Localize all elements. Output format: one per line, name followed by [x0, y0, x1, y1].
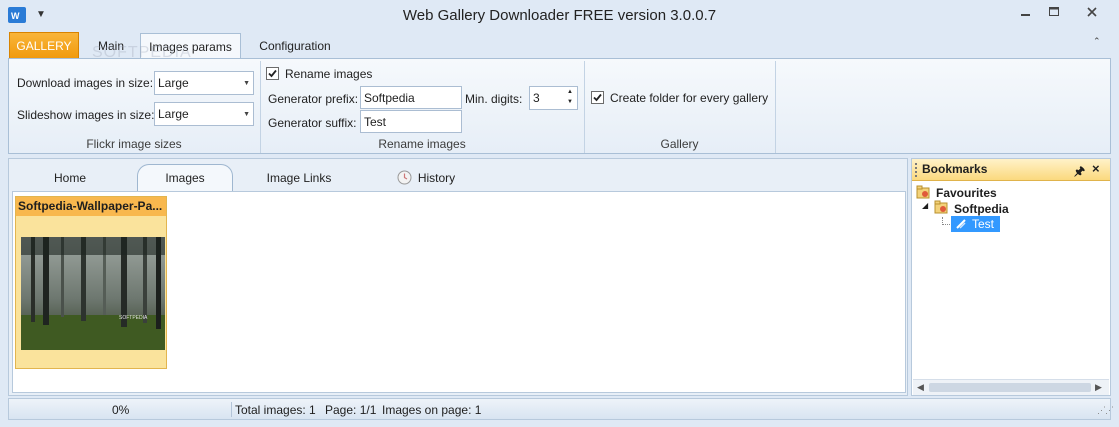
slideshow-size-label: Slideshow images in size:	[17, 108, 155, 122]
images-on-page-text: Images on page: 1	[382, 403, 482, 417]
ribbon-panel: Download images in size: Large ▼ Slidesh…	[8, 58, 1111, 154]
status-bar: 0% Total images: 1 Page: 1/1 Images on p…	[8, 398, 1114, 420]
group-label-rename: Rename images	[378, 137, 466, 151]
progress-text: 0%	[112, 403, 130, 417]
download-size-value: Large	[158, 76, 189, 90]
checkmark-icon	[268, 69, 277, 78]
scroll-right-icon[interactable]: ▶	[1095, 382, 1102, 393]
minimize-button[interactable]	[1012, 0, 1040, 24]
chevron-down-icon: ▼	[243, 80, 250, 87]
rename-images-checkbox[interactable]	[266, 67, 279, 80]
title-bar: W ▼ Web Gallery Downloader FREE version …	[0, 0, 1119, 30]
generator-prefix-label: Generator prefix:	[268, 92, 359, 106]
generator-suffix-input[interactable]: Test	[360, 110, 462, 133]
image-caption: SOFTPEDIA	[119, 315, 148, 321]
bookmark-link-icon	[956, 219, 966, 229]
create-folder-label: Create folder for every gallery	[610, 91, 769, 105]
view-area: Home Images Image Links History Softpedi…	[8, 158, 908, 396]
tree-item-softpedia[interactable]: Softpedia	[954, 202, 1009, 216]
minimize-icon	[1021, 14, 1030, 16]
spin-down-icon[interactable]: ▼	[567, 99, 573, 105]
slideshow-size-select[interactable]: Large ▼	[154, 102, 254, 126]
min-digits-label: Min. digits:	[465, 92, 523, 106]
pin-icon[interactable]: 🖈	[1074, 162, 1085, 183]
image-thumbnail[interactable]: Softpedia-Wallpaper-Pa... SOFTPEDIA	[15, 196, 167, 369]
rename-images-label: Rename images	[285, 67, 373, 81]
tab-home[interactable]: Home	[39, 164, 101, 191]
images-content: Softpedia-Wallpaper-Pa... SOFTPEDIA	[12, 191, 906, 393]
clock-icon	[397, 170, 412, 185]
chevron-down-icon: ▼	[243, 111, 250, 118]
close-icon	[1087, 7, 1097, 17]
close-icon[interactable]: ×	[1092, 161, 1100, 176]
tab-gallery[interactable]: GALLERY	[9, 32, 79, 58]
create-folder-checkbox[interactable]	[591, 91, 604, 104]
resize-grip-icon[interactable]: ⋰⋰	[1097, 405, 1114, 416]
group-label-gallery: Gallery	[660, 137, 699, 151]
tree-item-favourites[interactable]: Favourites	[936, 186, 997, 200]
min-digits-stepper[interactable]: 3 ▲ ▼	[529, 86, 578, 110]
window-title: Web Gallery Downloader FREE version 3.0.…	[402, 7, 717, 24]
maximize-button[interactable]	[1040, 0, 1068, 24]
generator-suffix-label: Generator suffix:	[268, 116, 357, 130]
tab-images[interactable]: Images	[137, 164, 233, 191]
status-separator	[231, 402, 232, 417]
thumbnail-title: Softpedia-Wallpaper-Pa...	[16, 197, 166, 216]
min-digits-value: 3	[533, 91, 540, 105]
bookmarks-panel: Bookmarks 🖈 × Favourites ◢ Softpedia Tes…	[911, 158, 1111, 396]
tab-image-links[interactable]: Image Links	[254, 164, 344, 191]
bookmarks-title: Bookmarks	[922, 162, 988, 176]
scroll-thumb[interactable]	[929, 383, 1091, 392]
download-size-select[interactable]: Large ▼	[154, 71, 254, 95]
horizontal-scrollbar[interactable]: ◀ ▶	[913, 379, 1109, 395]
group-label-flickr: Flickr image sizes	[86, 137, 182, 151]
bookmark-folder-icon	[916, 185, 930, 199]
bookmark-folder-icon	[934, 200, 948, 214]
bookmarks-header: Bookmarks 🖈 ×	[912, 159, 1110, 181]
slideshow-size-value: Large	[158, 107, 189, 121]
total-images-text: Total images: 1	[235, 403, 316, 417]
tab-history[interactable]: History	[381, 164, 471, 191]
maximize-icon	[1049, 7, 1059, 16]
generator-prefix-input[interactable]: Softpedia	[360, 86, 462, 109]
group-separator	[775, 61, 776, 153]
forest-wallpaper-image: SOFTPEDIA	[21, 237, 165, 350]
collapse-ribbon-icon[interactable]: ⌃	[1093, 36, 1101, 47]
close-button[interactable]	[1068, 0, 1116, 24]
drag-grip-icon[interactable]	[915, 163, 917, 177]
page-text: Page: 1/1	[325, 403, 377, 417]
tree-connector	[942, 217, 950, 225]
scroll-left-icon[interactable]: ◀	[917, 382, 924, 393]
tab-history-label: History	[417, 170, 456, 185]
download-size-label: Download images in size:	[17, 76, 154, 90]
tree-expand-icon[interactable]: ◢	[922, 201, 928, 210]
tree-item-test-label: Test	[972, 217, 995, 231]
tab-configuration[interactable]: Configuration	[248, 34, 342, 58]
spin-up-icon[interactable]: ▲	[567, 89, 573, 95]
checkmark-icon	[593, 93, 602, 102]
